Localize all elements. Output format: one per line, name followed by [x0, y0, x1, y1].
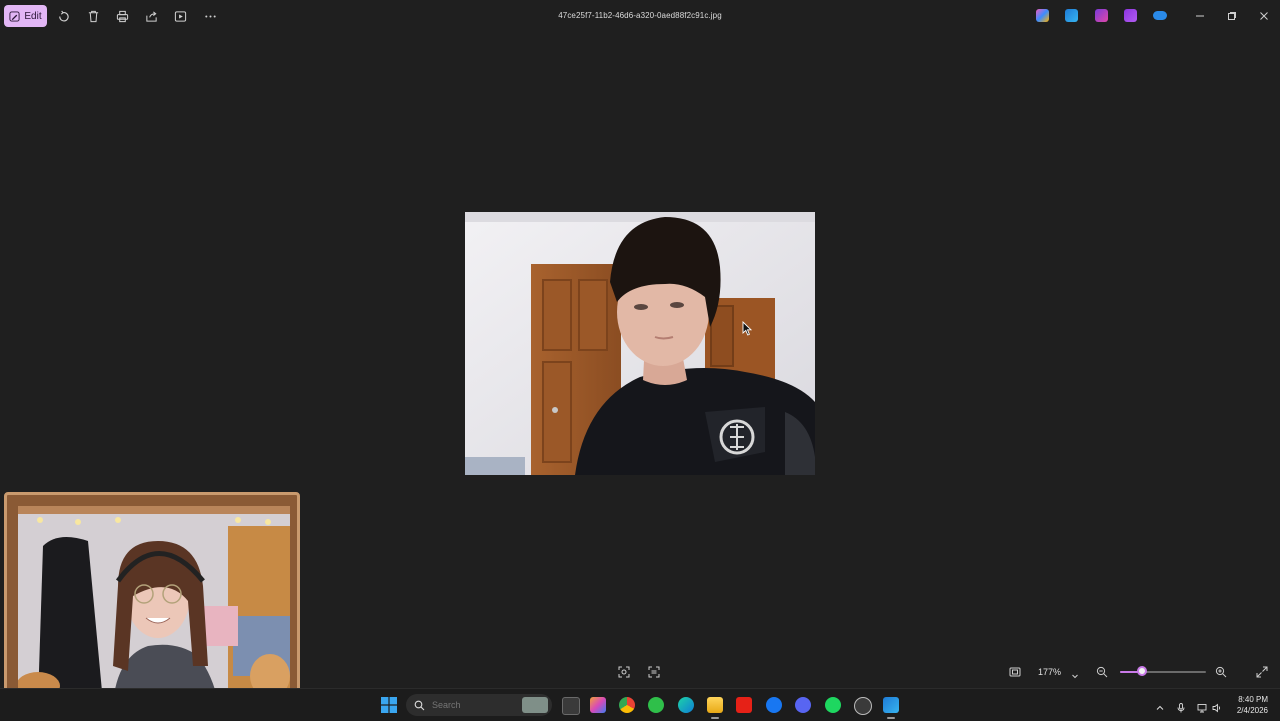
full-screen-button[interactable] [1256, 665, 1270, 679]
title-bar: Edit 47ce25f7-11b2-46d6-a320-0aed88f2c91… [0, 0, 1280, 32]
taskbar-search[interactable] [406, 694, 552, 716]
network-button[interactable] [1197, 700, 1207, 713]
text-scan-button[interactable] [648, 665, 662, 679]
facebook-icon[interactable] [766, 697, 782, 713]
copilot-taskbar-icon[interactable] [590, 697, 606, 713]
taskbar: 8:40 PM 2/4/2026 [0, 688, 1280, 721]
start-button[interactable] [381, 697, 397, 713]
spotify-icon[interactable] [825, 697, 841, 713]
checkmark-app-icon[interactable] [648, 697, 664, 713]
mouse-cursor [742, 320, 753, 336]
clock-date: 2/4/2026 [1236, 706, 1268, 715]
task-view-icon[interactable] [562, 697, 580, 715]
designer-icon[interactable] [1065, 9, 1078, 22]
expand-icon [1256, 666, 1268, 678]
youtube-icon[interactable] [736, 697, 752, 713]
chevron-down-icon[interactable] [1071, 667, 1079, 679]
microphone-button[interactable] [1176, 700, 1186, 713]
restore-icon [1228, 12, 1236, 20]
discord-icon[interactable] [795, 697, 811, 713]
show-hidden-icons-button[interactable] [1155, 700, 1165, 710]
windows-icon [381, 697, 397, 713]
zoom-out-icon [1096, 666, 1108, 678]
clipchamp-icon[interactable] [1095, 9, 1108, 22]
file-explorer-icon[interactable] [707, 697, 723, 719]
copilot-icon[interactable] [1036, 9, 1049, 22]
zoom-level-dropdown[interactable]: 177% [1038, 667, 1061, 677]
photos-taskbar-icon[interactable] [883, 697, 899, 719]
photos-app-icon[interactable] [1124, 9, 1137, 22]
volume-button[interactable] [1212, 700, 1222, 713]
zoom-out-button[interactable] [1096, 665, 1110, 679]
speaker-icon [1212, 703, 1221, 713]
crop-button[interactable] [618, 665, 632, 679]
microphone-icon [1177, 703, 1185, 713]
system-clock[interactable]: 8:40 PM 2/4/2026 [1237, 694, 1268, 716]
search-input[interactable] [430, 699, 514, 711]
onedrive-icon[interactable] [1153, 11, 1167, 20]
zoom-slider[interactable] [1120, 671, 1206, 673]
visual-search-icon [618, 666, 630, 678]
viewer-bottom-bar [0, 660, 1280, 686]
photo-image [465, 212, 815, 475]
network-icon [1197, 704, 1207, 713]
fit-window-icon [1009, 667, 1021, 677]
zoom-in-icon [1215, 666, 1227, 678]
displayed-photo[interactable] [465, 212, 815, 475]
scan-text-icon [648, 666, 660, 678]
chevron-up-icon [1156, 705, 1164, 710]
minimize-icon [1196, 15, 1204, 17]
fit-to-window-button[interactable] [1009, 665, 1023, 679]
minimize-button[interactable] [1192, 8, 1208, 24]
chrome-icon[interactable] [619, 697, 635, 713]
edge-icon[interactable] [678, 697, 694, 713]
close-icon [1260, 12, 1268, 20]
search-icon [414, 700, 425, 710]
search-highlight-image [522, 697, 548, 713]
maximize-button[interactable] [1224, 8, 1240, 24]
zoom-in-button[interactable] [1215, 665, 1229, 679]
close-button[interactable] [1256, 8, 1272, 24]
obs-icon[interactable] [854, 697, 872, 715]
zoom-slider-thumb[interactable] [1136, 666, 1147, 676]
clock-time: 8:40 PM [1238, 695, 1268, 704]
file-name: 47ce25f7-11b2-46d6-a320-0aed88f2c91c.jpg [558, 11, 722, 20]
